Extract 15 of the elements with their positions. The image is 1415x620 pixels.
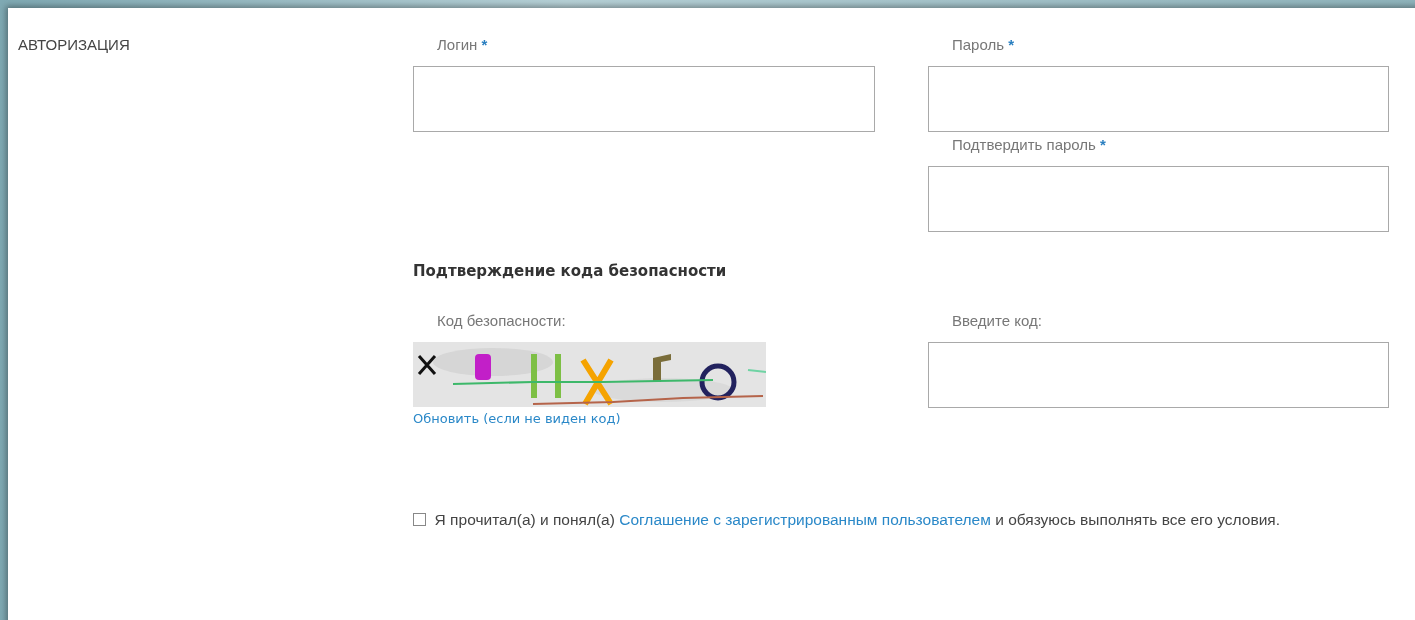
security-code-field[interactable]: [928, 342, 1389, 408]
refresh-captcha-link[interactable]: Обновить (если не виден код): [413, 411, 621, 426]
agreement-checkbox[interactable]: [413, 513, 426, 526]
login-field[interactable]: [413, 66, 875, 132]
password-field[interactable]: [928, 66, 1389, 132]
section-heading: Подтверждение кода безопасности: [413, 262, 728, 280]
field-label: Введите код:: [951, 312, 1043, 331]
agreement-text: Я прочитал(а) и понял(а) Соглашение с зарегистрированным пользователем и обязуюсь выполнять все его условия.: [413, 506, 1353, 534]
confirm-password-field[interactable]: [928, 166, 1389, 232]
captcha-label: Код безопасности:: [436, 312, 567, 331]
field-label: Пароль *: [951, 36, 1016, 55]
agreement-link[interactable]: Соглашение с зарегистрированным пользователем: [619, 511, 991, 528]
section-title: АВТОРИЗАЦИЯ: [18, 36, 131, 53]
field-label: Подтвердить пароль *: [951, 136, 1107, 155]
field-label: Логин *: [436, 36, 489, 55]
